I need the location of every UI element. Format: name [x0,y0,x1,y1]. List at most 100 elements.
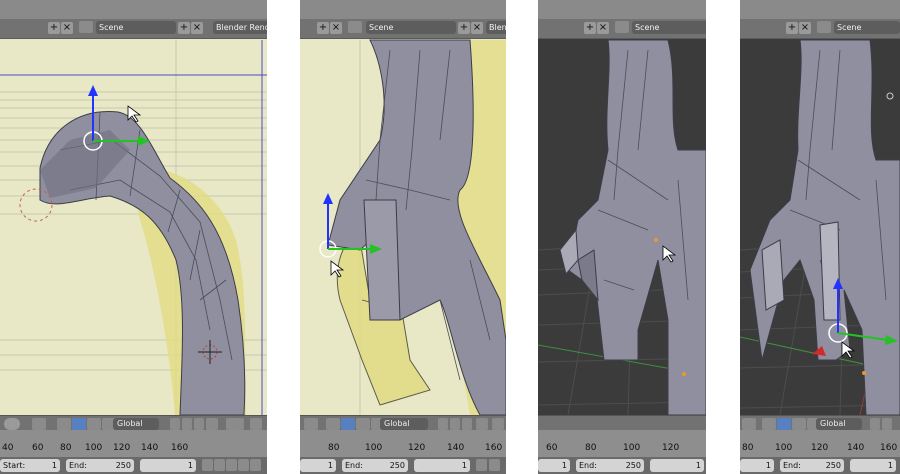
layer-icon[interactable] [182,418,192,430]
layer-icon[interactable] [170,418,180,430]
start-field[interactable]: 1 [740,459,774,472]
add-scene-button[interactable]: + [317,22,329,34]
add-scene-button[interactable]: + [584,22,596,34]
timeline-ruler[interactable]: 60 80 100 120 [538,430,706,457]
viewport-3d[interactable] [538,0,706,415]
jump-start-icon[interactable] [476,459,487,471]
scene-field[interactable]: Scene [366,21,456,34]
scene-field[interactable]: Scene [834,21,900,34]
scene-field[interactable]: Scene [96,21,176,34]
scene-icon[interactable] [817,21,831,33]
timeline-ruler[interactable]: 80 100 120 140 160 [300,430,506,457]
ruler-label: 100 [365,443,383,453]
prev-keyframe-icon[interactable] [214,459,225,471]
scene-icon[interactable] [615,21,629,33]
proportional-icon[interactable] [492,418,504,430]
layer-icon[interactable] [462,418,472,430]
layer-icon[interactable] [450,418,460,430]
viewport-3d[interactable] [740,0,900,415]
start-field[interactable]: 1 [538,459,570,472]
pivot-icon[interactable] [304,418,318,430]
orientation-select[interactable]: Global [380,418,428,430]
end-label: End: [783,461,801,470]
translate-icon[interactable] [341,418,355,430]
manipulator-icon[interactable] [326,418,340,430]
render-icon[interactable] [250,418,262,430]
close-scene-button[interactable]: × [61,22,73,34]
start-field[interactable]: 1 [300,459,336,472]
rotate-icon[interactable] [87,418,101,430]
manipulator-icon[interactable] [762,418,776,430]
viewport-toolbar: Global [0,415,267,431]
layer-icon[interactable] [438,418,448,430]
shading-icon[interactable] [4,418,20,430]
viewport-3d[interactable] [300,0,506,415]
proportional-icon[interactable] [226,418,244,430]
next-keyframe-icon[interactable] [250,459,261,471]
timeline-ruler[interactable]: 40 60 80 100 120 140 160 [0,430,267,457]
close-scene-button[interactable]: × [597,22,609,34]
ruler-label: 100 [623,443,641,453]
current-frame-field[interactable]: 1 [140,459,196,472]
close-scene-button[interactable]: × [471,22,483,34]
scene-icon[interactable] [348,21,362,33]
ruler-label: 80 [742,443,754,453]
ruler-label: 100 [775,443,793,453]
end-field[interactable]: End: 250 [780,459,844,472]
manipulator-icon[interactable] [57,418,71,430]
add-scene-button[interactable]: + [458,22,470,34]
end-field[interactable]: End: 250 [342,459,408,472]
ruler-label: 100 [85,443,103,453]
timeline-footer: Start: 1 End: 250 1 [0,457,267,474]
viewport-toolbar: Global [740,415,900,431]
play-reverse-icon[interactable] [226,459,237,471]
snap-icon[interactable] [206,418,218,430]
ruler-label: 120 [662,443,680,453]
end-value: 250 [625,461,641,470]
viewport-panel-1: + × Scene + × Blender Render Global 40 6… [0,0,267,474]
snap-icon[interactable] [476,418,488,430]
prev-keyframe-icon[interactable] [489,459,500,471]
end-field[interactable]: End: 250 [66,459,134,472]
add-scene-button[interactable]: + [178,22,190,34]
current-frame-field[interactable]: 1 [850,459,896,472]
ruler-label: 160 [171,443,189,453]
scene-field[interactable]: Scene [632,21,706,34]
pivot-icon[interactable] [32,418,46,430]
ruler-label: 120 [811,443,829,453]
orientation-select[interactable]: Global [816,418,862,430]
renderer-select[interactable]: Blender Render [213,21,267,34]
renderer-select[interactable]: Blender Render [486,21,506,34]
rotate-icon[interactable] [356,418,370,430]
viewport-panel-2: + × Scene + × Blender Render Global 80 1… [300,0,506,474]
ruler-label: 40 [2,443,14,453]
layer-icon[interactable] [870,418,880,430]
layer-icon[interactable] [194,418,204,430]
scene-icon[interactable] [79,21,93,33]
orientation-select[interactable]: Global [113,418,159,430]
current-frame-field[interactable]: 1 [414,459,470,472]
translate-icon[interactable] [72,418,86,430]
add-scene-button[interactable]: + [48,22,60,34]
add-scene-button[interactable]: + [786,22,798,34]
viewport-3d[interactable] [0,0,267,415]
top-strip [538,0,706,19]
timeline-ruler[interactable]: 80 100 120 140 160 [740,430,900,457]
ruler-label: 120 [113,443,131,453]
current-frame-field[interactable]: 1 [650,459,704,472]
rotate-icon[interactable] [792,418,806,430]
header-bar: + × Scene [740,19,900,39]
close-scene-button[interactable]: × [191,22,203,34]
close-scene-button[interactable]: × [799,22,811,34]
start-field[interactable]: Start: 1 [0,459,60,472]
layer-icon[interactable] [882,418,892,430]
close-scene-button[interactable]: × [330,22,342,34]
ruler-label: 80 [585,443,597,453]
translate-icon[interactable] [777,418,791,430]
pivot-icon[interactable] [742,418,756,430]
end-field[interactable]: End: 250 [576,459,644,472]
end-label: End: [579,461,597,470]
play-icon[interactable] [238,459,249,471]
jump-start-icon[interactable] [202,459,213,471]
ruler-label: 80 [328,443,340,453]
